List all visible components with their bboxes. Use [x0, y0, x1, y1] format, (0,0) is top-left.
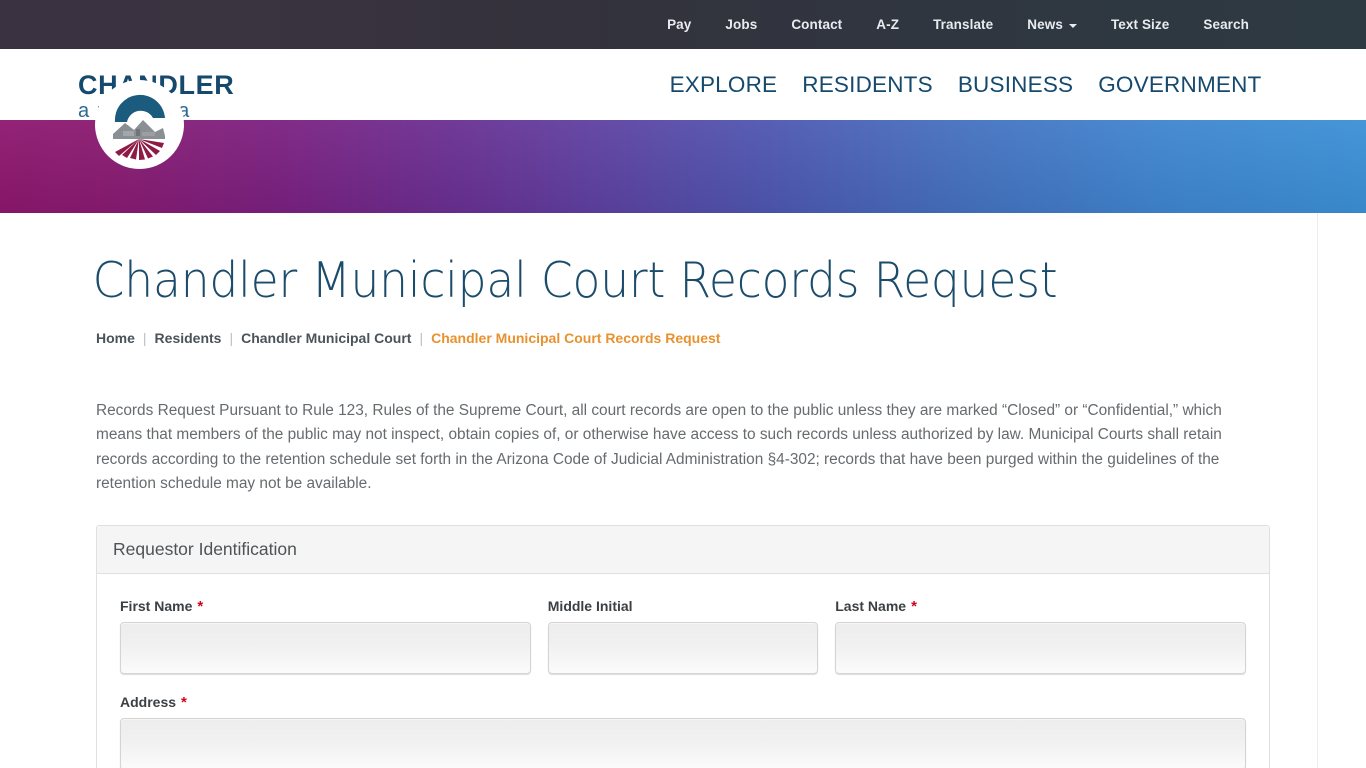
field-group-first-name: First Name * — [120, 598, 531, 675]
required-asterisk-icon: * — [911, 597, 917, 615]
label-last-name: Last Name * — [835, 598, 1246, 614]
panel-title: Requestor Identification — [97, 526, 1269, 575]
middle-initial-input[interactable] — [547, 622, 819, 675]
breadcrumb-separator: | — [142, 329, 147, 346]
name-row: First Name * Middle Initial Last Name * — [120, 598, 1247, 675]
label-address: Address * — [120, 694, 1246, 710]
logo-badge[interactable] — [95, 80, 184, 169]
page-title: Chandler Municipal Court Records Request — [92, 252, 1058, 309]
main-nav: EXPLORE RESIDENTS BUSINESS GOVERNMENT — [657, 72, 1274, 98]
utility-link-news[interactable]: News — [1010, 17, 1094, 32]
address-input[interactable] — [120, 718, 1246, 768]
breadcrumb-item-chandler-municipal-court[interactable]: Chandler Municipal Court — [241, 330, 411, 346]
utility-link-label: Contact — [791, 17, 843, 32]
breadcrumb-item-residents[interactable]: Residents — [155, 330, 222, 346]
utility-link-search[interactable]: Search — [1186, 17, 1266, 32]
utility-link-label: News — [1027, 17, 1063, 32]
label-first-name: First Name * — [120, 598, 531, 614]
requestor-identification-panel: Requestor Identification First Name * Mi… — [96, 525, 1270, 768]
label-text: First Name — [120, 598, 193, 615]
page-content: Chandler Municipal Court Records Request… — [0, 213, 1366, 768]
first-name-input[interactable] — [120, 622, 531, 675]
utility-link-pay[interactable]: Pay — [650, 17, 708, 32]
field-group-last-name: Last Name * — [835, 598, 1247, 675]
required-asterisk-icon: * — [197, 597, 204, 615]
utility-link-label: Jobs — [725, 17, 758, 32]
label-text: Middle Initial — [547, 598, 633, 615]
breadcrumb: Home | Residents | Chandler Municipal Co… — [48, 308, 1318, 346]
content-container: Chandler Municipal Court Records Request… — [48, 213, 1318, 768]
utility-link-a-z[interactable]: A-Z — [859, 17, 916, 32]
site-header: CHANDLER arizona EXPLORE RESIDENTS BUSIN… — [0, 49, 1366, 169]
breadcrumb-separator: | — [229, 329, 234, 346]
intro-paragraph: Records Request Pursuant to Rule 123, Ru… — [96, 402, 1222, 492]
nav-item-residents[interactable]: RESIDENTS — [790, 72, 946, 98]
chandler-city-seal-icon — [112, 94, 165, 160]
address-row: Address * — [120, 694, 1246, 768]
field-group-middle-initial: Middle Initial — [547, 598, 819, 675]
chevron-down-icon — [1068, 23, 1077, 28]
utility-link-label: Pay — [667, 17, 692, 32]
breadcrumb-item-current: Chandler Municipal Court Records Request — [431, 329, 721, 346]
utility-link-jobs[interactable]: Jobs — [708, 17, 774, 32]
label-text: Address — [120, 694, 177, 711]
panel-body: First Name * Middle Initial Last Name * … — [97, 574, 1269, 768]
utility-link-label: Search — [1203, 17, 1249, 32]
label-middle-initial: Middle Initial — [548, 598, 818, 614]
utility-link-text-size[interactable]: Text Size — [1094, 17, 1186, 32]
last-name-input[interactable] — [835, 622, 1247, 675]
utility-link-label: Text Size — [1110, 17, 1170, 32]
breadcrumb-separator: | — [419, 329, 424, 346]
utility-link-translate[interactable]: Translate — [916, 17, 1010, 32]
field-group-address: Address * — [120, 694, 1246, 768]
utility-link-label: Translate — [933, 17, 994, 32]
nav-item-explore[interactable]: EXPLORE — [657, 72, 790, 98]
utility-link-label: A-Z — [876, 17, 900, 32]
hero-banner — [0, 120, 1366, 213]
container-right-rule — [1317, 213, 1318, 768]
nav-item-business[interactable]: BUSINESS — [945, 72, 1085, 98]
utility-nav: Pay Jobs Contact A-Z Translate News Text… — [650, 17, 1266, 32]
breadcrumb-item-home[interactable]: Home — [96, 330, 135, 346]
site-logo[interactable] — [95, 80, 184, 169]
label-text: Last Name — [835, 598, 907, 615]
utility-link-contact[interactable]: Contact — [774, 17, 859, 32]
utility-bar: Pay Jobs Contact A-Z Translate News Text… — [0, 0, 1366, 49]
required-asterisk-icon: * — [181, 693, 187, 711]
nav-item-government[interactable]: GOVERNMENT — [1086, 72, 1274, 98]
